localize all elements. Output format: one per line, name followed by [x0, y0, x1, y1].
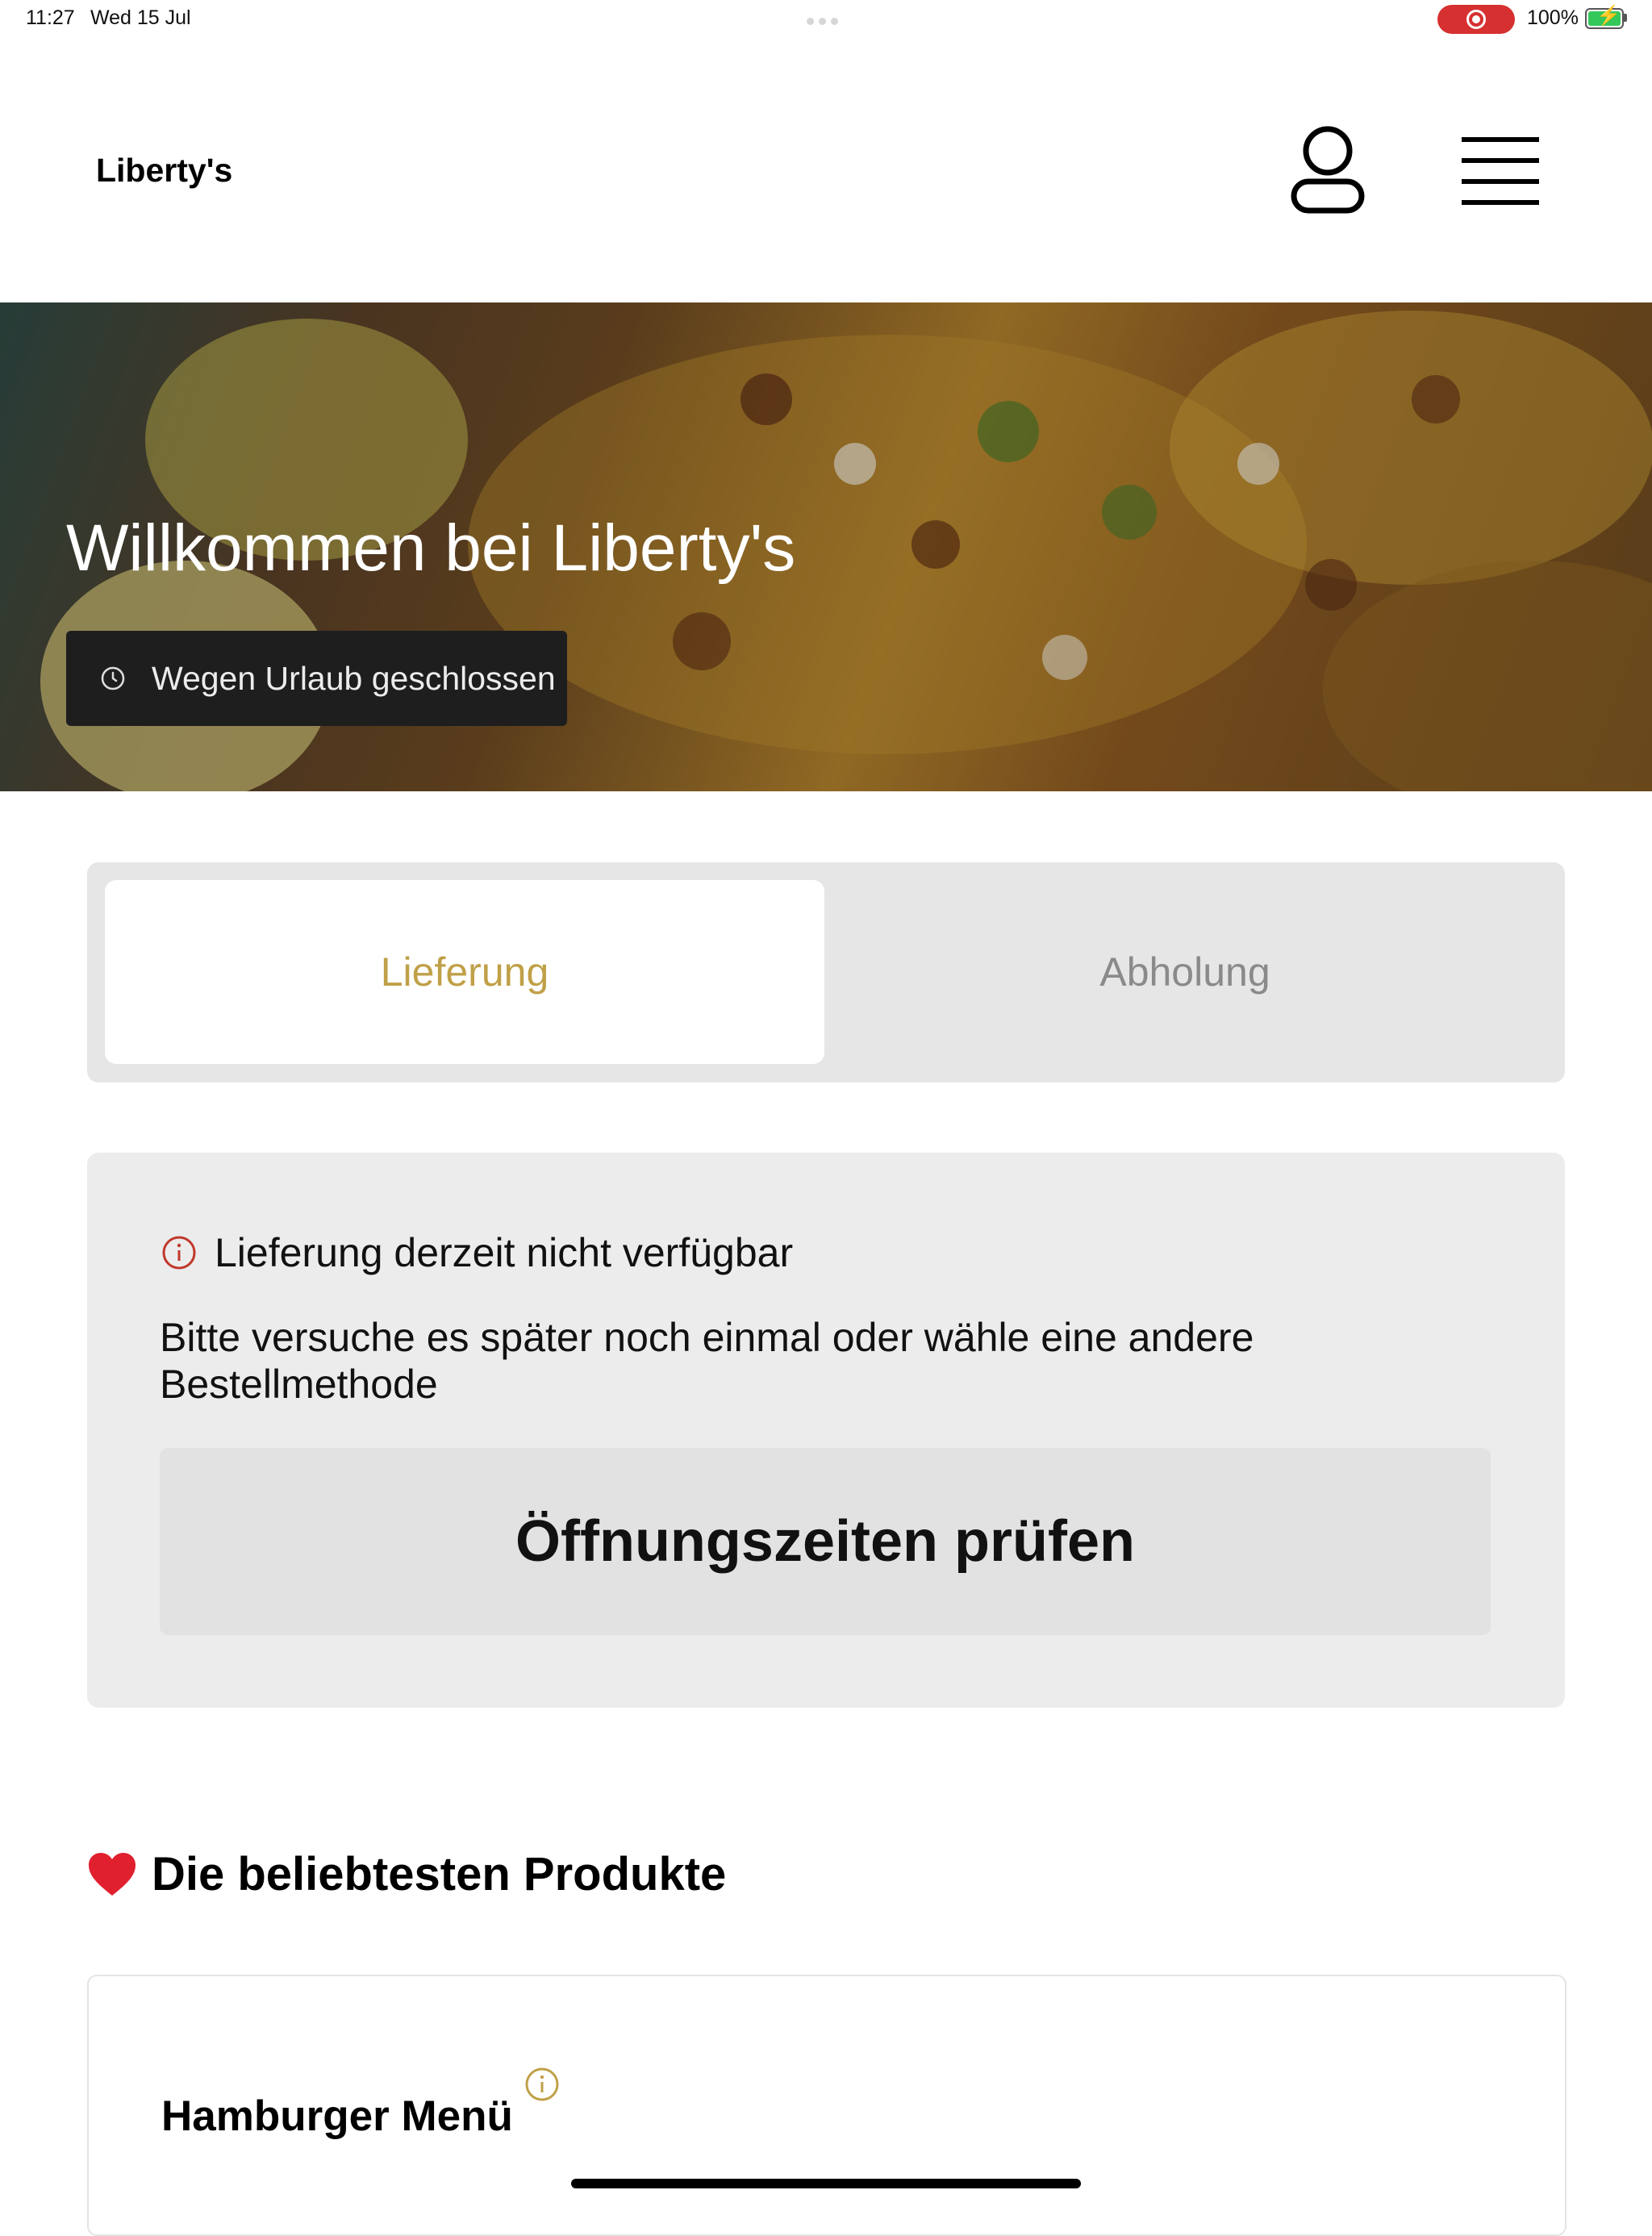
multitasking-dots-icon[interactable]	[807, 15, 845, 25]
home-indicator[interactable]	[571, 2179, 1081, 2188]
battery-tip	[1624, 14, 1627, 22]
hamburger-menu-icon[interactable]	[1460, 136, 1541, 206]
battery-percentage: 100%	[1527, 6, 1579, 29]
product-name: Hamburger Menü	[161, 2092, 513, 2140]
tab-abholung[interactable]: Abholung	[825, 880, 1545, 1064]
notice-title: Lieferung derzeit nicht verfügbar	[215, 1230, 794, 1275]
tab-lieferung[interactable]: Lieferung	[105, 880, 824, 1064]
check-opening-hours-button[interactable]: Öffnungszeiten prüfen	[160, 1448, 1491, 1635]
info-icon[interactable]	[524, 2067, 560, 2102]
notice-message: Bitte versuche es später noch einmal ode…	[160, 1315, 1254, 1407]
status-time: 11:27	[26, 6, 75, 29]
user-icon[interactable]	[1291, 125, 1365, 215]
status-date: Wed 15 Jul	[90, 6, 191, 29]
product-card[interactable]: Hamburger Menü	[87, 1975, 1566, 2236]
delivery-unavailable-notice: Lieferung derzeit nicht verfügbar Bitte …	[87, 1153, 1565, 1708]
battery-icon: ⚡	[1585, 6, 1624, 29]
info-icon	[162, 1236, 196, 1270]
section-title-text: Die beliebtesten Produkte	[152, 1848, 727, 1900]
heart-icon	[89, 1852, 136, 1896]
screen-record-icon[interactable]	[1437, 5, 1515, 34]
order-method-selector: Lieferung Abholung	[87, 862, 1565, 1083]
hero-banner: Willkommen bei Liberty's Wegen Urlaub ge…	[0, 302, 1652, 791]
store-status-text: Wegen Urlaub geschlossen	[152, 659, 556, 697]
hero-title: Willkommen bei Liberty's	[66, 511, 796, 585]
brand-name[interactable]: Liberty's	[96, 152, 232, 190]
popular-products-heading: Die beliebtesten Produkte	[87, 1847, 726, 1901]
clock-icon	[101, 666, 125, 690]
store-status-badge: Wegen Urlaub geschlossen	[66, 631, 567, 726]
